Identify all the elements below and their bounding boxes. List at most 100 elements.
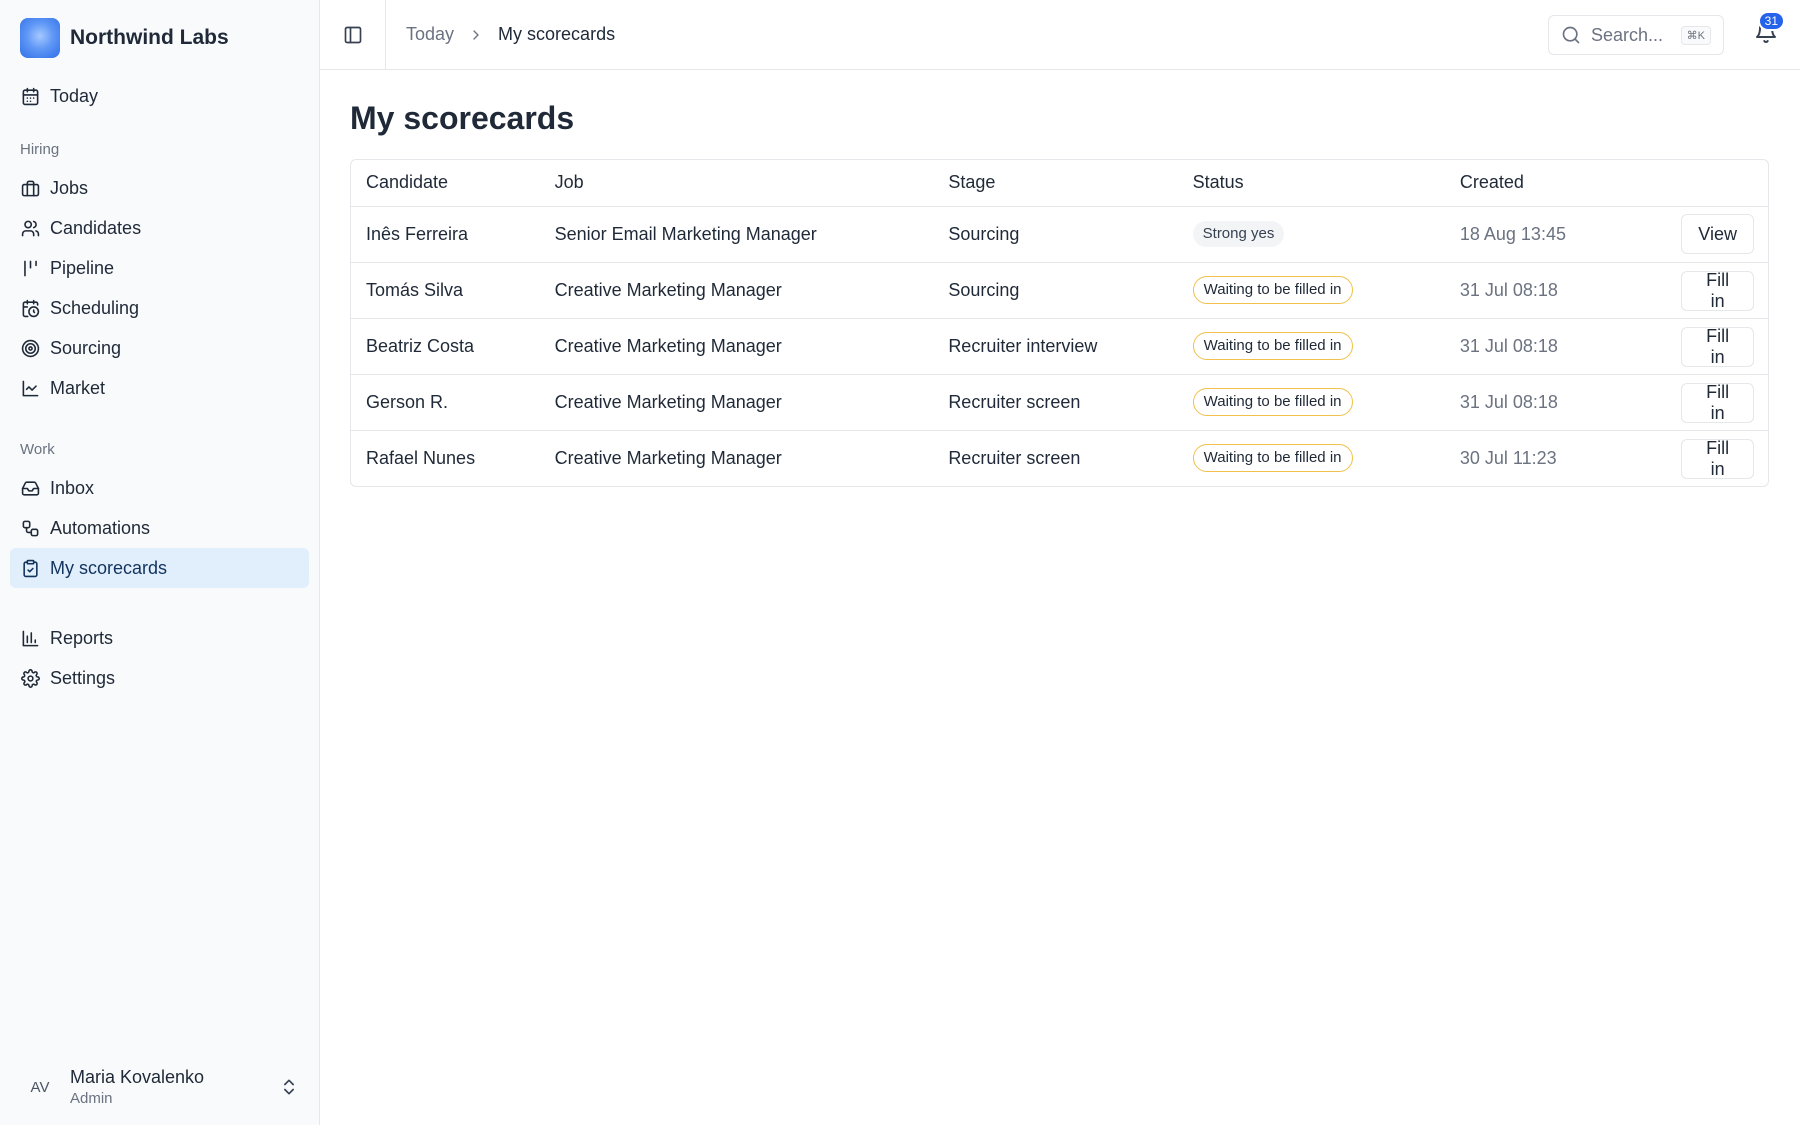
- stage: Recruiter interview: [933, 318, 1178, 375]
- job-title: Creative Marketing Manager: [554, 447, 782, 468]
- sidebar: Northwind Labs Today Hiring Jobs Candida…: [0, 0, 320, 1125]
- gear-icon: [20, 668, 40, 688]
- user-role: Admin: [70, 1090, 113, 1107]
- sidebar-item-sourcing[interactable]: Sourcing: [10, 328, 309, 368]
- action-cell: Fill in: [1666, 318, 1768, 375]
- chevrons-up-down-icon: [284, 1079, 294, 1095]
- users-icon: [20, 218, 40, 238]
- sidebar-item-today[interactable]: Today: [10, 76, 309, 116]
- stage: Sourcing: [933, 262, 1178, 319]
- sidebar-item-label: Sourcing: [50, 337, 122, 358]
- sidebar-item-market[interactable]: Market: [10, 368, 309, 408]
- search-shortcut: ⌘K: [1680, 25, 1711, 45]
- header-status: Status: [1177, 160, 1445, 207]
- line-chart-icon: [20, 378, 40, 398]
- status-cell: Waiting to be filled in: [1178, 430, 1445, 486]
- sidebar-item-inbox[interactable]: Inbox: [10, 468, 309, 508]
- fill-in-button[interactable]: Fill in: [1681, 326, 1754, 367]
- status-cell: Waiting to be filled in: [1177, 318, 1445, 375]
- sidebar-item-jobs[interactable]: Jobs: [10, 168, 309, 208]
- scorecards-table: Candidate Job Stage Status Created Inês …: [350, 159, 1769, 487]
- sidebar-item-pipeline[interactable]: Pipeline: [10, 248, 309, 288]
- fill-in-button[interactable]: Fill in: [1681, 382, 1754, 423]
- user-name: Maria Kovalenko: [70, 1067, 205, 1087]
- pipeline-icon: [20, 258, 40, 278]
- brand[interactable]: Northwind Labs: [0, 0, 319, 76]
- page-title: My scorecards: [350, 100, 575, 136]
- inbox-icon: [20, 478, 40, 498]
- search-input[interactable]: Search... ⌘K: [1548, 15, 1724, 55]
- created-date: 31 Jul 08:18: [1444, 262, 1667, 319]
- sidebar-item-label: Today: [50, 85, 99, 106]
- candidate-name: Rafael Nunes: [366, 447, 476, 468]
- candidate-name: Tomás Silva: [351, 262, 540, 319]
- created-date: 30 Jul 11:23: [1459, 447, 1557, 468]
- brand-name: Northwind Labs: [70, 26, 229, 49]
- brand-logo: [20, 18, 60, 58]
- sidebar-item-label: Reports: [50, 627, 114, 648]
- clipboard-check-icon: [20, 558, 40, 578]
- sidebar-item-label: Settings: [50, 667, 116, 688]
- table-row[interactable]: Rafael Nunes Creative Marketing Manager …: [351, 430, 1768, 486]
- sidebar-item-scheduling[interactable]: Scheduling: [10, 288, 309, 328]
- candidate-name: Inês Ferreira: [351, 206, 540, 263]
- table-header-row: Candidate Job Stage Status Created: [351, 160, 1768, 207]
- breadcrumb-current: My scorecards: [498, 24, 616, 44]
- breadcrumb: Today My scorecards: [386, 24, 615, 45]
- fill-in-button[interactable]: Fill in: [1681, 270, 1754, 311]
- header-created: Created: [1444, 160, 1667, 207]
- main: Today My scorecards Search... ⌘K 31 My s…: [320, 0, 1800, 1125]
- fill-in-button[interactable]: Fill in: [1681, 438, 1754, 479]
- header-action: [1666, 160, 1768, 207]
- action-cell: Fill in: [1666, 430, 1768, 486]
- nav-top: Today: [0, 76, 319, 116]
- table-row[interactable]: Beatriz Costa Creative Marketing Manager…: [351, 318, 1768, 375]
- table-row[interactable]: Inês Ferreira Senior Email Marketing Man…: [351, 206, 1768, 263]
- sidebar-item-label: Scheduling: [50, 297, 140, 318]
- section-label-hiring: Hiring: [20, 141, 60, 158]
- stage: Recruiter screen: [933, 374, 1178, 431]
- section-label-work: Work: [20, 441, 55, 458]
- sidebar-item-label: Candidates: [50, 217, 142, 238]
- table-row[interactable]: Gerson R. Creative Marketing Manager Rec…: [351, 374, 1768, 431]
- sidebar-item-label: Jobs: [50, 177, 89, 198]
- sidebar-item-settings[interactable]: Settings: [10, 658, 309, 698]
- user-menu[interactable]: AV Maria Kovalenko Admin: [0, 1049, 319, 1125]
- header-job: Job: [539, 160, 934, 207]
- stage: Sourcing: [933, 206, 1178, 263]
- status-badge: Strong yes: [1192, 221, 1285, 247]
- sidebar-toggle-button[interactable]: [320, 0, 386, 70]
- header-stage: Stage: [933, 160, 1178, 207]
- sidebar-item-candidates[interactable]: Candidates: [10, 208, 309, 248]
- chevron-right-icon: [468, 27, 484, 43]
- status-badge: Waiting to be filled in: [1192, 444, 1353, 473]
- view-button[interactable]: View: [1681, 214, 1754, 254]
- calendar-clock-icon: [20, 298, 40, 318]
- workflow-icon: [20, 518, 40, 538]
- sidebar-item-label: Pipeline: [50, 257, 115, 278]
- status-cell: Waiting to be filled in: [1177, 262, 1445, 319]
- briefcase-icon: [20, 178, 40, 198]
- stage: Recruiter screen: [948, 447, 1081, 468]
- job-title: Senior Email Marketing Manager: [539, 206, 934, 263]
- candidate-name: Beatriz Costa: [351, 318, 540, 375]
- sidebar-item-label: Inbox: [50, 477, 95, 498]
- table-row[interactable]: Tomás Silva Creative Marketing Manager S…: [351, 262, 1768, 319]
- status-badge: Waiting to be filled in: [1192, 332, 1353, 360]
- radar-icon: [20, 338, 40, 358]
- job-title: Creative Marketing Manager: [539, 318, 934, 375]
- candidate-name: Gerson R.: [351, 374, 540, 431]
- job-title: Creative Marketing Manager: [539, 374, 934, 431]
- calendar-icon: [20, 86, 40, 106]
- sidebar-item-reports[interactable]: Reports: [10, 618, 309, 658]
- search-icon: [1562, 26, 1580, 44]
- sidebar-item-automations[interactable]: Automations: [10, 508, 309, 548]
- created-date: 31 Jul 08:18: [1444, 318, 1667, 375]
- status-cell: Waiting to be filled in: [1177, 374, 1445, 431]
- panel-left-icon: [344, 26, 361, 43]
- status-badge: Waiting to be filled in: [1192, 276, 1353, 304]
- created-date: 31 Jul 08:18: [1444, 374, 1667, 431]
- sidebar-item-my-scorecards[interactable]: My scorecards: [10, 548, 309, 588]
- breadcrumb-today[interactable]: Today: [406, 24, 454, 45]
- topbar: Today My scorecards Search... ⌘K 31: [320, 0, 1800, 70]
